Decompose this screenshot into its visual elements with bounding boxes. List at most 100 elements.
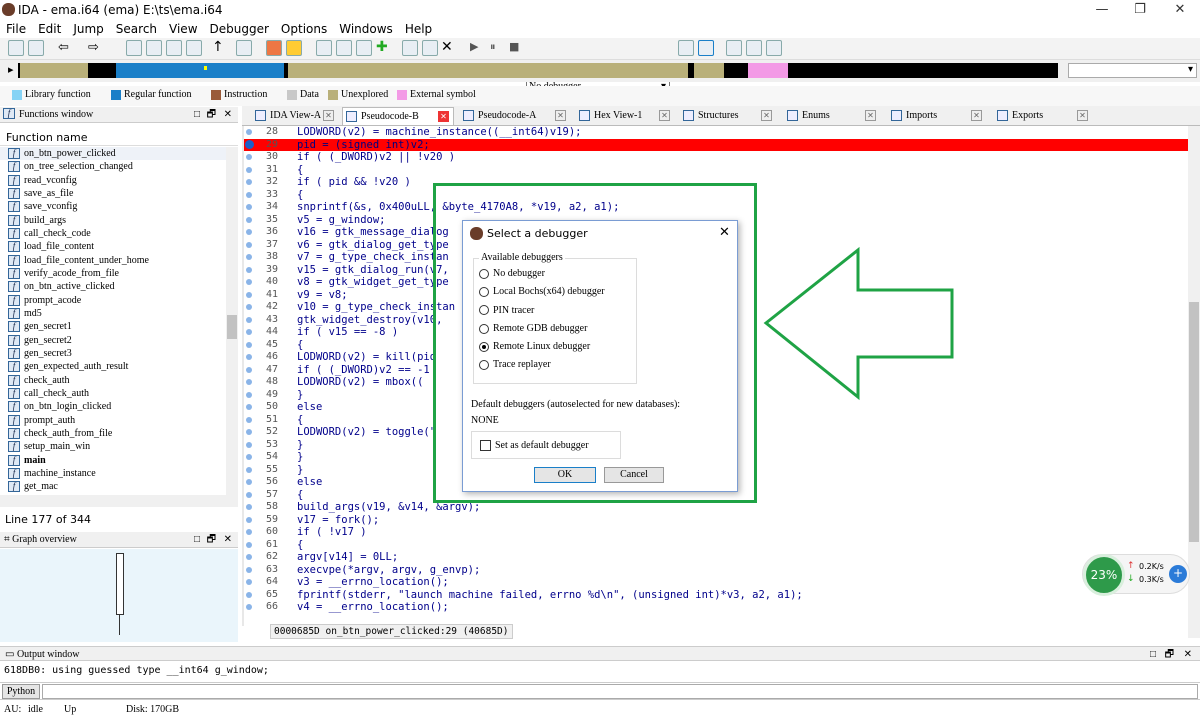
close-icon[interactable]: ✕ bbox=[224, 107, 232, 122]
code-line[interactable]: 66 v4 = __errno_location(); bbox=[244, 601, 1188, 614]
line-marker[interactable] bbox=[246, 579, 252, 585]
close-icon[interactable]: ✕ bbox=[1184, 647, 1192, 662]
radio-button[interactable] bbox=[479, 323, 489, 334]
line-marker[interactable] bbox=[246, 466, 252, 473]
debugger-option[interactable]: No debugger bbox=[479, 268, 629, 286]
tool-icon-8[interactable] bbox=[316, 40, 332, 56]
line-marker[interactable] bbox=[246, 554, 252, 560]
function-list-item[interactable]: f save_as_file bbox=[0, 187, 238, 200]
minimize-button[interactable]: — bbox=[1082, 0, 1122, 20]
line-marker[interactable] bbox=[246, 454, 252, 460]
code-line[interactable]: 31 { bbox=[244, 164, 1188, 177]
save-icon[interactable] bbox=[28, 40, 44, 56]
pause-icon[interactable]: ⏸ bbox=[490, 40, 496, 54]
line-marker[interactable] bbox=[246, 529, 252, 535]
restore-icon[interactable]: □ bbox=[194, 107, 200, 122]
navigation-strip[interactable] bbox=[18, 63, 1058, 78]
tool-icon-17[interactable] bbox=[766, 40, 782, 56]
tab-pseudocode-a[interactable]: Pseudocode-A ✕ bbox=[460, 107, 570, 125]
function-list-item[interactable]: f load_file_content bbox=[0, 240, 238, 253]
line-marker[interactable] bbox=[246, 366, 252, 373]
function-list-item[interactable]: f on_btn_power_clicked bbox=[0, 147, 238, 161]
cross-icon[interactable]: ✕ bbox=[441, 39, 453, 55]
function-list-item[interactable]: f machine_instance bbox=[0, 467, 238, 480]
radio-button[interactable] bbox=[479, 268, 489, 279]
maximize-button[interactable]: ❐ bbox=[1120, 0, 1160, 20]
line-marker[interactable] bbox=[246, 229, 252, 235]
python-button[interactable]: Python bbox=[2, 684, 40, 699]
navigation-scroll[interactable]: ▾ bbox=[1068, 63, 1197, 78]
tab-structures[interactable]: Structures ✕ bbox=[680, 107, 776, 125]
line-marker[interactable] bbox=[246, 291, 252, 298]
menu-file[interactable]: File bbox=[0, 20, 32, 36]
function-list-item[interactable]: f gen_secret2 bbox=[0, 334, 238, 347]
line-marker[interactable] bbox=[246, 191, 252, 198]
graph-overview-canvas[interactable] bbox=[0, 549, 238, 642]
function-list-item[interactable]: f main bbox=[0, 454, 238, 467]
tool-icon-6[interactable] bbox=[266, 40, 282, 56]
line-marker[interactable] bbox=[246, 379, 252, 385]
line-marker[interactable] bbox=[246, 391, 252, 398]
code-line[interactable]: 62 argv[v14] = 0LL; bbox=[244, 551, 1188, 564]
tab-close-icon[interactable]: ✕ bbox=[438, 111, 449, 122]
line-marker[interactable] bbox=[246, 179, 252, 185]
line-marker[interactable] bbox=[246, 316, 252, 323]
plus-icon[interactable]: ✚ bbox=[376, 39, 388, 55]
code-line[interactable]: 63 execvpe(*argv, argv, g_envp); bbox=[244, 564, 1188, 577]
debugger-option[interactable]: Local Bochs(x64) debugger bbox=[479, 286, 629, 304]
scrollbar-thumb[interactable] bbox=[227, 315, 237, 339]
function-list-item[interactable]: f prompt_auth bbox=[0, 414, 238, 427]
radio-button[interactable] bbox=[479, 305, 489, 316]
radio-button[interactable] bbox=[479, 341, 489, 352]
default-checkbox[interactable] bbox=[480, 440, 491, 451]
menu-windows[interactable]: Windows bbox=[333, 20, 399, 36]
function-list-item[interactable]: f build_args bbox=[0, 214, 238, 227]
function-list-item[interactable]: f setup_main_win bbox=[0, 440, 238, 453]
function-list-item[interactable]: f load_file_content_under_home bbox=[0, 254, 238, 267]
line-marker[interactable] bbox=[246, 266, 252, 273]
function-list-item[interactable]: f md5 bbox=[0, 307, 238, 320]
radio-button[interactable] bbox=[479, 287, 489, 297]
line-marker[interactable] bbox=[246, 479, 252, 485]
line-marker[interactable] bbox=[246, 279, 252, 285]
debugger-option[interactable]: Remote GDB debugger bbox=[479, 323, 629, 341]
tab-exports[interactable]: Exports ✕ bbox=[994, 107, 1092, 125]
function-list-item[interactable]: f verify_acode_from_file bbox=[0, 267, 238, 280]
function-list-item[interactable]: f prompt_acode bbox=[0, 294, 238, 307]
restore-icon[interactable]: □ bbox=[1150, 647, 1156, 662]
tab-pseudocode-b[interactable]: Pseudocode-B ✕ bbox=[342, 107, 454, 125]
tab-close-icon[interactable]: ✕ bbox=[555, 110, 566, 121]
code-line[interactable]: 30 if ( (_DWORD)v2 || !v20 ) bbox=[244, 151, 1188, 164]
code-line[interactable]: 28 LODWORD(v2) = machine_instance((__int6… bbox=[244, 126, 1188, 139]
tool-icon-12[interactable] bbox=[422, 40, 438, 56]
function-list-item[interactable]: f call_check_code bbox=[0, 227, 238, 240]
code-line[interactable]: 61 { bbox=[244, 539, 1188, 552]
tool-icon-13[interactable] bbox=[678, 40, 694, 56]
code-line[interactable]: 59 v17 = fork(); bbox=[244, 514, 1188, 527]
tool-icon-7[interactable] bbox=[286, 40, 302, 56]
menu-options[interactable]: Options bbox=[275, 20, 333, 36]
line-marker[interactable] bbox=[246, 604, 252, 610]
line-marker[interactable] bbox=[246, 241, 252, 248]
tool-icon-14[interactable] bbox=[698, 40, 714, 56]
close-button[interactable]: ✕ bbox=[1160, 0, 1200, 20]
tool-icon-10[interactable] bbox=[356, 40, 372, 56]
menu-edit[interactable]: Edit bbox=[32, 20, 67, 36]
tool-icon-4[interactable] bbox=[186, 40, 202, 56]
tab-close-icon[interactable]: ✕ bbox=[659, 110, 670, 121]
tab-ida-view-a[interactable]: IDA View-A ✕ bbox=[252, 107, 338, 125]
function-list-item[interactable]: f check_auth bbox=[0, 374, 238, 387]
line-marker[interactable] bbox=[246, 491, 252, 498]
line-marker[interactable] bbox=[246, 304, 252, 310]
debugger-option[interactable]: Trace replayer bbox=[479, 359, 629, 377]
function-list-item[interactable]: f call_check_auth bbox=[0, 387, 238, 400]
line-marker[interactable] bbox=[246, 404, 252, 410]
tool-icon-2[interactable] bbox=[146, 40, 162, 56]
tab-close-icon[interactable]: ✕ bbox=[761, 110, 772, 121]
line-marker[interactable] bbox=[246, 254, 252, 260]
float-icon[interactable]: 🗗 bbox=[1165, 647, 1174, 662]
function-list-item[interactable]: f get_mac bbox=[0, 480, 238, 493]
code-line[interactable]: 65 fprintf(stderr, "launch machine faile… bbox=[244, 589, 1188, 602]
close-icon[interactable]: ✕ bbox=[224, 532, 232, 547]
line-marker[interactable] bbox=[246, 566, 252, 573]
